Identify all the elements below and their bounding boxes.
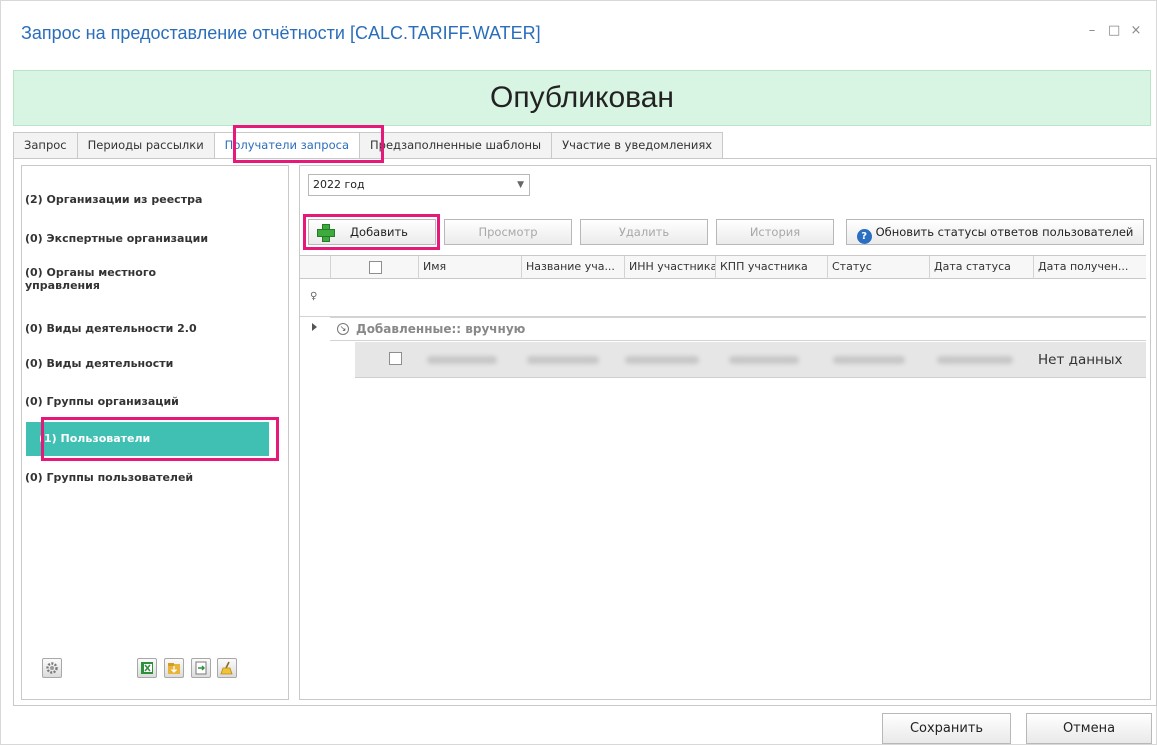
redacted-participant-name [527, 356, 599, 364]
add-button-label: Добавить [350, 225, 408, 239]
tab-strip: Запрос Периоды рассылки Получатели запро… [13, 132, 724, 159]
window-title: Запрос на предоставление отчётности [CAL… [21, 23, 541, 43]
received-date-value: Нет данных [1038, 352, 1123, 368]
column-header-status-date[interactable]: Дата статуса [930, 256, 1034, 279]
refresh-statuses-label: Обновить статусы ответов пользователей [875, 225, 1134, 239]
minimize-icon[interactable]: – [1086, 23, 1098, 38]
header-select-cell [331, 256, 419, 279]
row-checkbox[interactable] [389, 352, 402, 365]
sidebar-item-users[interactable]: (1) Пользователи [26, 422, 269, 456]
clear-broom-icon[interactable] [217, 658, 237, 678]
sidebar-item-expert-orgs[interactable]: (0) Экспертные организации [25, 232, 261, 245]
redacted-status [833, 356, 905, 364]
recipients-panel [299, 165, 1151, 700]
file-export-icon[interactable] [191, 658, 211, 678]
sidebar-item-activity-types[interactable]: (0) Виды деятельности [25, 357, 261, 370]
history-button[interactable]: История [716, 219, 834, 245]
tab-mailing-periods[interactable]: Периоды рассылки [76, 132, 215, 158]
excel-export-icon[interactable] [137, 658, 157, 678]
column-header-inn[interactable]: ИНН участника [625, 256, 716, 279]
year-select-value: 2022 год [313, 178, 365, 191]
close-icon[interactable]: × [1130, 23, 1142, 38]
row-indicator-arrow-icon [312, 323, 317, 331]
column-header-status[interactable]: Статус [828, 256, 930, 279]
sidebar-item-activity-types-2[interactable]: (0) Виды деятельности 2.0 [25, 322, 261, 335]
group-label: Добавленные:: вручную [356, 322, 526, 336]
delete-button[interactable]: Удалить [580, 219, 708, 245]
redacted-status-date [937, 356, 1013, 364]
tab-prefilled-templates[interactable]: Предзаполненные шаблоны [359, 132, 553, 158]
maximize-icon[interactable]: □ [1108, 23, 1120, 38]
column-header-participant-name[interactable]: Название уча... [522, 256, 625, 279]
tab-request-recipients[interactable]: Получатели запроса [213, 132, 360, 159]
pin-icon: ♀ [310, 291, 318, 302]
table-row[interactable]: Нет данных [355, 342, 1146, 378]
help-icon: ? [856, 229, 872, 244]
folder-import-icon[interactable] [164, 658, 184, 678]
group-header[interactable]: ↘ Добавленные:: вручную [330, 317, 1146, 341]
redacted-inn [625, 356, 699, 364]
sidebar-item-user-groups[interactable]: (0) Группы пользователей [25, 471, 261, 484]
add-button[interactable]: Добавить [308, 219, 436, 245]
cancel-button[interactable]: Отмена [1026, 713, 1152, 744]
sidebar-item-local-government[interactable]: (0) Органы местного управления [25, 266, 205, 292]
tab-notification-participation[interactable]: Участие в уведомлениях [551, 132, 724, 158]
settings-icon[interactable] [42, 658, 62, 678]
redacted-name [427, 356, 497, 364]
tab-request[interactable]: Запрос [13, 132, 78, 158]
status-banner: Опубликован [13, 70, 1151, 126]
collapse-group-icon[interactable]: ↘ [337, 323, 349, 335]
grid-filter-row[interactable]: ♀ [300, 279, 1146, 317]
group-row[interactable]: ↘ Добавленные:: вручную [300, 317, 1146, 341]
plus-icon [317, 224, 335, 242]
sidebar-item-org-groups[interactable]: (0) Группы организаций [25, 395, 261, 408]
select-all-checkbox[interactable] [369, 261, 382, 274]
sidebar-item-registry-orgs[interactable]: (2) Организации из реестра [25, 193, 261, 206]
year-select[interactable]: 2022 год ▼ [308, 174, 530, 196]
redacted-kpp [729, 356, 799, 364]
window-controls: – □ × [1086, 23, 1142, 38]
column-header-received-date[interactable]: Дата получен... [1034, 256, 1146, 279]
chevron-down-icon: ▼ [517, 180, 524, 190]
grid-header: Имя Название уча... ИНН участника КПП уч… [300, 255, 1146, 279]
save-button[interactable]: Сохранить [882, 713, 1011, 744]
header-indicator-cell [300, 256, 331, 279]
report-request-window: Запрос на предоставление отчётности [CAL… [0, 0, 1157, 745]
status-label: Опубликован [489, 81, 674, 114]
title-bar: Запрос на предоставление отчётности [CAL… [1, 1, 1156, 43]
column-header-kpp[interactable]: КПП участника [716, 256, 828, 279]
column-header-name[interactable]: Имя [419, 256, 522, 279]
refresh-statuses-button[interactable]: ? Обновить статусы ответов пользователей [846, 219, 1144, 245]
view-button[interactable]: Просмотр [444, 219, 572, 245]
